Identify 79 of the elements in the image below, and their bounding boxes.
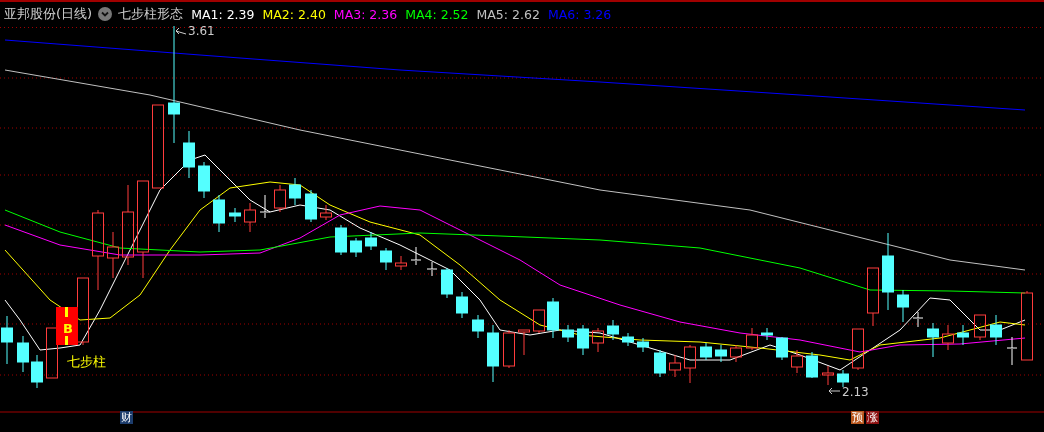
moving-average-value: MA4: 2.52 [405, 6, 469, 22]
candlestick [822, 365, 834, 386]
moving-average-value: MA3: 2.36 [333, 6, 398, 22]
candlestick [577, 324, 589, 356]
candlestick [1006, 336, 1018, 366]
moving-average-value: MA1: 2.39 [191, 6, 255, 22]
candlestick [776, 336, 788, 361]
low-pointer-icon [828, 387, 841, 395]
candlestick [456, 291, 468, 319]
candlestick [622, 332, 634, 347]
moving-average-value: MA5: 2.62 [476, 6, 540, 22]
candlestick [852, 328, 864, 371]
candlestick [335, 224, 347, 256]
candlestick [867, 267, 879, 327]
indicator-name: 七步柱形态 [118, 5, 184, 23]
candlestick [806, 351, 818, 379]
candlestick [912, 311, 924, 328]
candlestick [700, 342, 712, 361]
candlestick [107, 231, 119, 279]
candlestick [305, 189, 317, 223]
candlestick [1021, 290, 1033, 361]
candlestick [990, 314, 1002, 346]
signal-label: 七步柱 [67, 354, 106, 369]
candlestick [229, 207, 241, 223]
candlestick [957, 324, 969, 346]
candlestick [350, 237, 362, 258]
candlestick [927, 322, 939, 358]
candlestick [244, 202, 256, 233]
signal-mark: B [63, 321, 73, 336]
candlestick [503, 329, 515, 369]
candlestick [213, 194, 225, 233]
candlestick [837, 369, 849, 388]
candlestick [472, 314, 484, 339]
moving-average-value: MA6: 3.26 [547, 6, 612, 22]
candlestick [198, 161, 210, 199]
candlestick [274, 184, 286, 213]
high-price-label: 3.61 [188, 26, 215, 38]
candlestick [654, 349, 666, 378]
candlestick [31, 354, 43, 389]
candlestick [410, 246, 422, 266]
event-badge: 预 [851, 411, 864, 424]
candlestick [380, 247, 392, 271]
candlestick [320, 204, 332, 221]
candlestick [487, 324, 499, 383]
candlestick [441, 267, 453, 299]
candlestick [730, 344, 742, 363]
candlestick [365, 231, 377, 251]
candlestick [426, 261, 438, 277]
candlestick [289, 177, 301, 206]
candlestick [17, 335, 29, 373]
candlestick [746, 327, 758, 351]
candlestick [1, 315, 13, 365]
candlestick [637, 337, 649, 353]
event-badge: 涨 [866, 411, 879, 424]
candlestick [562, 324, 574, 343]
stock-title: 亚邦股份(日线) [4, 5, 93, 23]
candlestick [669, 354, 681, 378]
candlestick [761, 327, 773, 341]
low-price-label: 2.13 [842, 385, 869, 399]
candlestick [518, 329, 530, 356]
event-badge: 财 [120, 411, 133, 424]
dropdown-icon[interactable] [98, 7, 113, 21]
candlestick [607, 319, 619, 341]
candlestick [592, 327, 604, 353]
candlestick [791, 349, 803, 374]
candlestick [684, 344, 696, 384]
signal-candle [56, 307, 78, 345]
candlestick [533, 309, 545, 334]
candlestick [547, 297, 559, 339]
candlestick [46, 327, 58, 379]
candlestick [259, 194, 271, 219]
candlestick [183, 130, 195, 179]
candlestick [715, 344, 727, 363]
high-pointer-icon [175, 27, 187, 35]
candlestick [974, 314, 986, 341]
moving-average-value: MA2: 2.40 [262, 6, 326, 22]
candlestick [395, 255, 407, 271]
candlestick [897, 289, 909, 323]
candlestick [942, 324, 954, 351]
